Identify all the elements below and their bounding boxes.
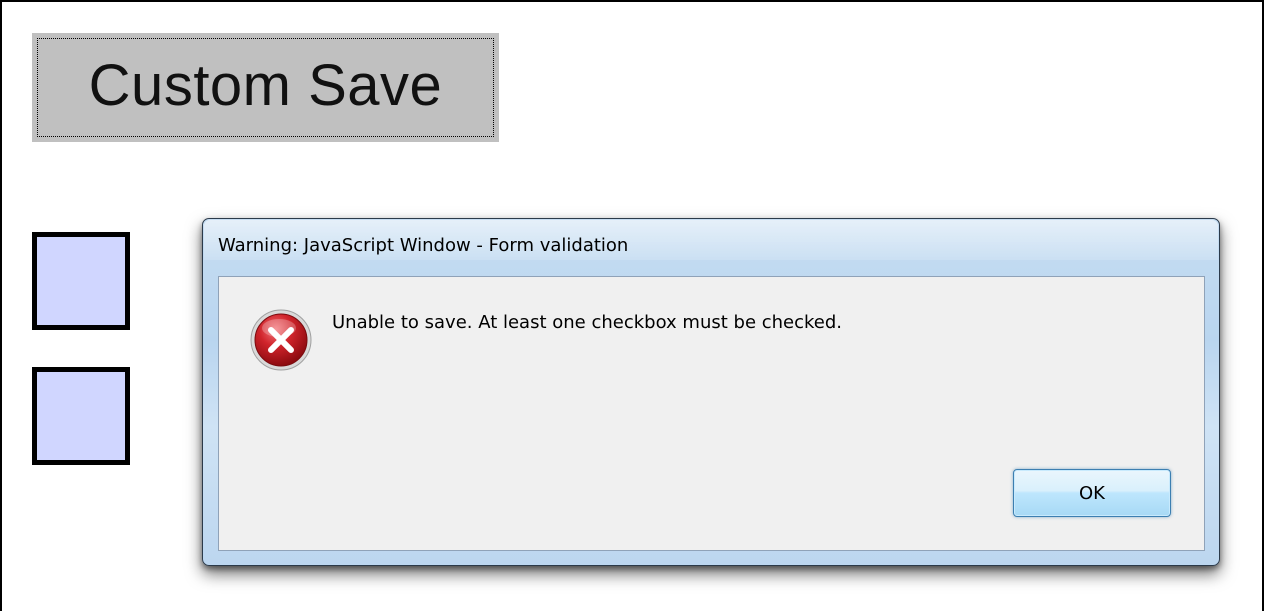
dialog-body: Unable to save. At least one checkbox mu… [218, 276, 1205, 551]
custom-save-button[interactable]: Custom Save [32, 33, 499, 142]
alert-dialog: Warning: JavaScript Window - Form valida… [202, 218, 1220, 566]
error-icon [249, 308, 313, 372]
dialog-title: Warning: JavaScript Window - Form valida… [218, 235, 629, 256]
checkbox-2[interactable] [32, 367, 130, 465]
dialog-message: Unable to save. At least one checkbox mu… [332, 312, 843, 333]
custom-save-button-label: Custom Save [88, 53, 443, 118]
checkbox-1[interactable] [32, 232, 130, 330]
ok-button[interactable]: OK [1013, 469, 1171, 517]
